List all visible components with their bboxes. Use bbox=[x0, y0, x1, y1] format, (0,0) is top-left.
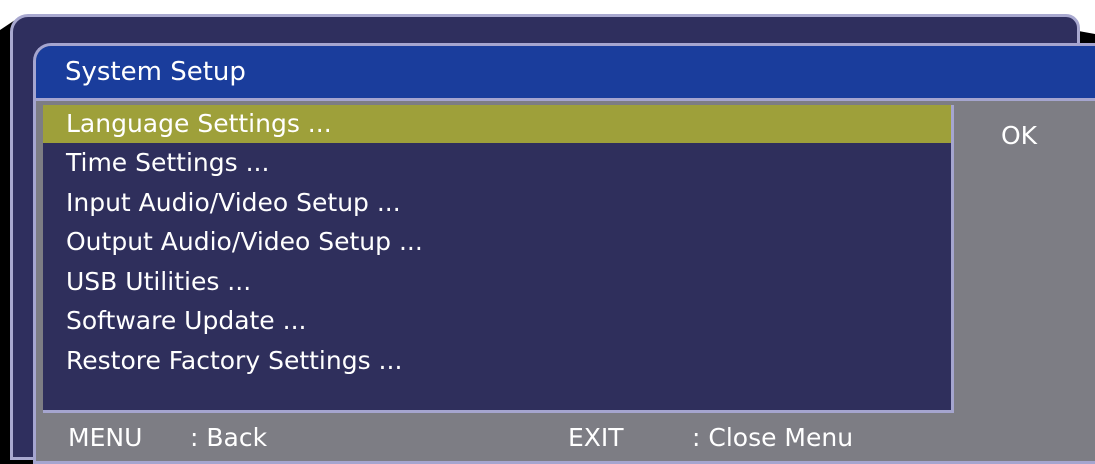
exit-key-hint: EXIT bbox=[568, 423, 624, 452]
ok-button[interactable]: OK bbox=[1001, 119, 1037, 153]
menu-item-input-audio-video-setup[interactable]: Input Audio/Video Setup ... bbox=[43, 184, 951, 222]
menu-item-language-settings[interactable]: Language Settings ... bbox=[43, 105, 951, 143]
settings-menu-list: Language Settings ... Time Settings ... … bbox=[43, 105, 954, 413]
title-bar: System Setup bbox=[36, 46, 1095, 98]
back-action-hint: : Back bbox=[190, 423, 268, 452]
footer-hint-bar: MENU : Back EXIT : Close Menu bbox=[36, 416, 1095, 461]
menu-item-time-settings[interactable]: Time Settings ... bbox=[43, 144, 951, 182]
menu-item-software-update[interactable]: Software Update ... bbox=[43, 302, 951, 340]
menu-item-usb-utilities[interactable]: USB Utilities ... bbox=[43, 263, 951, 301]
title-divider bbox=[36, 98, 1095, 101]
menu-item-output-audio-video-setup[interactable]: Output Audio/Video Setup ... bbox=[43, 223, 951, 261]
dialog-title: System Setup bbox=[65, 57, 246, 87]
close-menu-action-hint: : Close Menu bbox=[692, 423, 854, 452]
screen: System Setup Language Settings ... Time … bbox=[0, 0, 1095, 464]
system-setup-dialog: System Setup Language Settings ... Time … bbox=[33, 43, 1095, 464]
menu-key-hint: MENU bbox=[68, 423, 143, 452]
menu-item-restore-factory-settings[interactable]: Restore Factory Settings ... bbox=[43, 342, 951, 380]
